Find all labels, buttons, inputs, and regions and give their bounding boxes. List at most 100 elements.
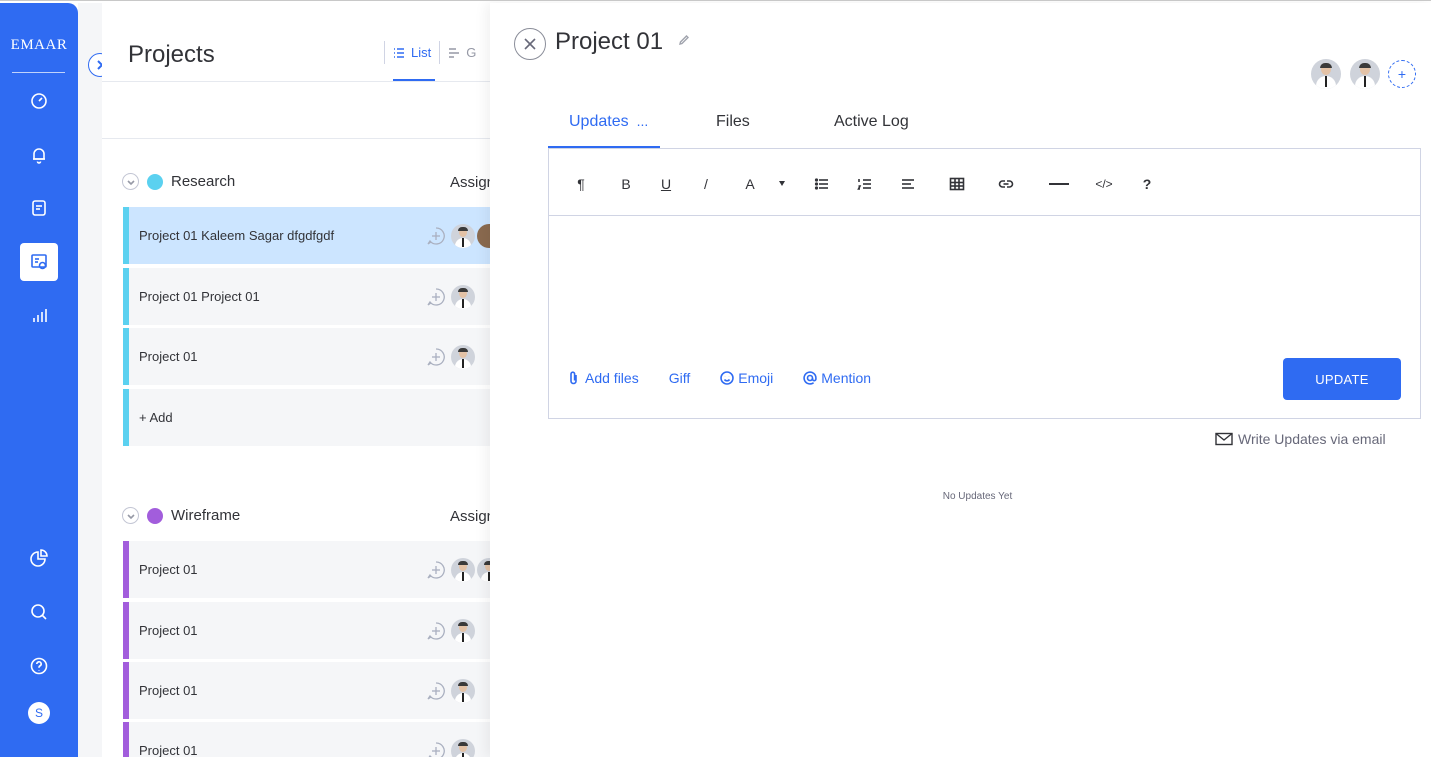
gantt-icon (449, 47, 460, 58)
avatar[interactable] (451, 224, 475, 248)
board: Projects List G Research Assign Project … (102, 3, 490, 757)
brand-divider (12, 72, 65, 73)
numbered-list-icon[interactable] (855, 174, 875, 194)
bullet-list-icon[interactable] (812, 174, 832, 194)
add-item-row[interactable]: + Add (123, 389, 490, 446)
column-header-assign: Assign (450, 508, 490, 525)
subscriber-avatar[interactable] (1311, 59, 1341, 89)
projects-icon[interactable] (20, 243, 58, 281)
avatar[interactable] (451, 558, 475, 582)
add-update-icon[interactable] (426, 287, 446, 307)
avatar[interactable] (451, 285, 475, 309)
avatar[interactable] (477, 224, 490, 248)
underline-icon[interactable]: U (656, 174, 676, 194)
add-update-icon[interactable] (426, 560, 446, 580)
tab-gantt-view[interactable]: G (439, 41, 484, 64)
row-color-bar (123, 207, 129, 264)
chevron-down-icon[interactable] (122, 173, 139, 190)
avatar[interactable] (451, 619, 475, 643)
help-icon[interactable]: ? (1137, 174, 1157, 194)
group-header-wireframe: Wireframe (122, 507, 240, 524)
write-updates-via-email-link[interactable]: Write Updates via email (1215, 431, 1386, 447)
emoji-label: Emoji (738, 370, 774, 386)
add-update-icon[interactable] (426, 741, 446, 757)
tab-updates-label: Updates (569, 113, 629, 130)
row-color-bar (123, 541, 129, 598)
add-update-icon[interactable] (426, 226, 446, 246)
link-icon[interactable] (996, 174, 1016, 194)
tab-list-view[interactable]: List (384, 41, 439, 64)
row-color-bar (123, 268, 129, 325)
column-header-assign: Assign (450, 174, 490, 191)
emoji-button[interactable]: Emoji (720, 370, 773, 386)
row-title: Project 01 (139, 743, 198, 757)
pie-chart-icon[interactable] (24, 543, 54, 573)
table-row[interactable]: Project 01 Project 01 (123, 268, 490, 325)
tab-updates-menu[interactable]: ... (637, 113, 649, 129)
row-title: Project 01 (139, 349, 198, 364)
add-update-icon[interactable] (426, 347, 446, 367)
close-icon[interactable] (514, 28, 546, 60)
subscriber-avatar[interactable] (1350, 59, 1380, 89)
giff-label: Giff (668, 370, 691, 386)
table-icon[interactable] (947, 174, 967, 194)
envelope-icon (1215, 432, 1233, 446)
item-title[interactable]: Project 01 (555, 28, 663, 56)
table-row[interactable]: Project 01 Kaleem Sagar dfgdfgdf (123, 207, 490, 264)
row-color-bar (123, 602, 129, 659)
mention-button[interactable]: Mention (803, 370, 871, 386)
row-color-bar (123, 328, 129, 385)
avatar[interactable] (451, 679, 475, 703)
table-row[interactable]: Project 01 (123, 662, 490, 719)
add-files-button[interactable]: Add files (567, 370, 639, 386)
mention-label: Mention (821, 370, 872, 386)
code-icon[interactable]: </> (1092, 174, 1116, 194)
update-button[interactable]: UPDATE (1283, 358, 1401, 400)
chevron-down-icon[interactable] (122, 507, 139, 524)
bold-icon[interactable]: B (616, 174, 636, 194)
tab-files[interactable]: Files (716, 113, 834, 149)
divider-icon[interactable] (1046, 174, 1072, 194)
divider (102, 138, 490, 139)
pencil-icon[interactable] (678, 33, 690, 45)
smiley-icon (720, 371, 735, 385)
search-icon[interactable] (24, 597, 54, 627)
add-update-icon[interactable] (426, 621, 446, 641)
editor-actions: Add files Giff Emoji Mention (567, 370, 871, 386)
update-editor: ¶ B U / A </> ? Add files Giff Emoji Men… (548, 148, 1421, 419)
user-avatar[interactable]: S (28, 702, 50, 724)
group-header-research: Research (122, 173, 235, 190)
editor-toolbar: ¶ B U / A </> ? (549, 148, 1420, 216)
table-row[interactable]: Project 01 (123, 328, 490, 385)
font-color-icon[interactable]: A (740, 174, 760, 194)
group-name[interactable]: Wireframe (171, 507, 240, 524)
at-sign-icon (803, 371, 817, 385)
help-icon[interactable] (24, 651, 54, 681)
caret-down-icon[interactable] (779, 181, 785, 186)
group-name[interactable]: Research (171, 173, 235, 190)
add-update-icon[interactable] (426, 681, 446, 701)
bell-icon[interactable] (24, 140, 54, 170)
paragraph-icon[interactable]: ¶ (571, 174, 591, 194)
align-icon[interactable] (898, 174, 918, 194)
table-row[interactable]: Project 01 (123, 602, 490, 659)
paperclip-icon (570, 371, 577, 385)
tab-active-log[interactable]: Active Log (834, 113, 909, 149)
add-files-label: Add files (585, 370, 639, 386)
brand-logo: EMAAR (10, 37, 68, 53)
add-subscriber-button[interactable]: + (1388, 60, 1416, 88)
table-row[interactable]: Project 01 (123, 722, 490, 757)
avatar[interactable] (477, 558, 490, 582)
table-row[interactable]: Project 01 (123, 541, 490, 598)
notes-icon[interactable] (24, 193, 54, 223)
avatar[interactable] (451, 345, 475, 369)
panel-tabs: Updates ... Files Active Log (548, 113, 909, 149)
italic-icon[interactable]: / (696, 174, 716, 194)
page-title: Projects (128, 41, 215, 68)
analytics-icon[interactable] (24, 301, 54, 331)
avatar[interactable] (451, 739, 475, 757)
dashboard-icon[interactable] (24, 86, 54, 116)
tab-updates[interactable]: Updates ... (569, 113, 716, 149)
giff-button[interactable]: Giff (669, 370, 691, 386)
row-title: Project 01 Kaleem Sagar dfgdfgdf (139, 228, 335, 243)
